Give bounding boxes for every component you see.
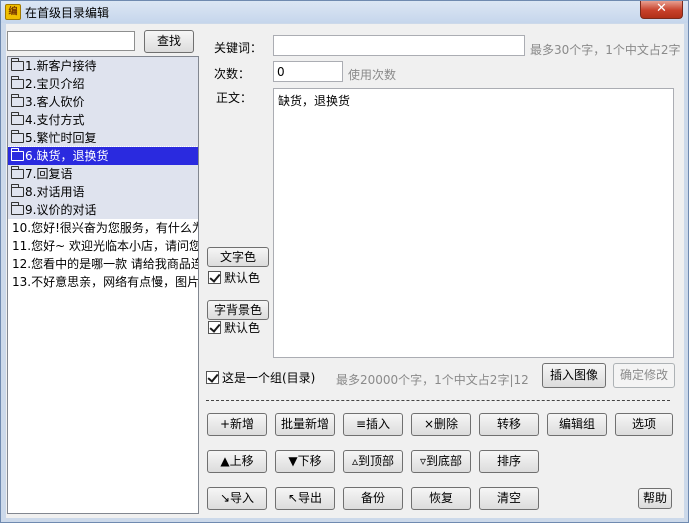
tree-group[interactable]: 9.议价的对话 bbox=[8, 201, 198, 219]
bg-color-default-checkbox[interactable] bbox=[208, 321, 221, 334]
confirm-edit-button[interactable]: 确定修改 bbox=[613, 363, 675, 388]
tree-group[interactable]: 4.支付方式 bbox=[8, 111, 198, 129]
body-label: 正文： bbox=[216, 91, 253, 105]
text-color-default-checkbox[interactable] bbox=[208, 271, 221, 284]
window-title: 在首级目录编辑 bbox=[25, 6, 110, 20]
folder-icon bbox=[11, 94, 24, 107]
bg-color-default-row[interactable]: 默认色 bbox=[208, 319, 260, 336]
body-textarea[interactable]: 缺货，退换货 bbox=[273, 88, 674, 358]
folder-icon bbox=[11, 166, 24, 179]
edit-group-button[interactable]: 编辑组 bbox=[547, 413, 607, 436]
tree-group[interactable]: 7.回复语 bbox=[8, 165, 198, 183]
insert-button[interactable]: ≡插入 bbox=[343, 413, 403, 436]
body-hint: 最多20000个字，1个中文占2字|12 bbox=[336, 373, 529, 387]
tree-item[interactable]: 13.不好意思亲，网络有点慢，图片 bbox=[8, 273, 198, 291]
title-bar: 编 在首级目录编辑 ✕ bbox=[1, 1, 688, 23]
text-color-button[interactable]: 文字色 bbox=[207, 247, 269, 267]
tree-item[interactable]: 10.您好!很兴奋为您服务，有什么为 bbox=[8, 219, 198, 237]
count-hint: 使用次数 bbox=[348, 68, 397, 82]
clear-button[interactable]: 清空 bbox=[479, 487, 539, 510]
folder-icon bbox=[11, 184, 24, 197]
is-group-row[interactable]: 这是一个组(目录) bbox=[206, 369, 315, 386]
directory-tree[interactable]: 1.新客户接待 2.宝贝介绍 3.客人砍价 4.支付方式 5.繁忙时回复 6.缺… bbox=[7, 56, 199, 514]
search-input[interactable] bbox=[7, 31, 135, 51]
bg-color-button[interactable]: 字背景色 bbox=[207, 300, 269, 320]
tree-item[interactable]: 12.您看中的是哪一款 请给我商品连 bbox=[8, 255, 198, 273]
options-button[interactable]: 选项 bbox=[615, 413, 673, 436]
text-color-default-row[interactable]: 默认色 bbox=[208, 269, 260, 286]
move-up-button[interactable]: ▲上移 bbox=[207, 450, 267, 473]
keyword-hint: 最多30个字，1个中文占2字 bbox=[530, 43, 681, 57]
client-area: 查找 1.新客户接待 2.宝贝介绍 3.客人砍价 4.支付方式 5.繁忙时回复 … bbox=[6, 24, 684, 518]
sort-button[interactable]: 排序 bbox=[479, 450, 539, 473]
move-button[interactable]: 转移 bbox=[479, 413, 539, 436]
tree-group[interactable]: 8.对话用语 bbox=[8, 183, 198, 201]
export-button[interactable]: ↖导出 bbox=[275, 487, 335, 510]
app-icon: 编 bbox=[5, 4, 21, 20]
editor-window: 编 在首级目录编辑 ✕ 查找 1.新客户接待 2.宝贝介绍 3.客人砍价 4.支… bbox=[0, 0, 689, 523]
find-button[interactable]: 查找 bbox=[144, 30, 194, 53]
separator bbox=[206, 400, 670, 401]
folder-icon bbox=[11, 148, 24, 161]
add-button[interactable]: +新增 bbox=[207, 413, 267, 436]
delete-button[interactable]: ×删除 bbox=[411, 413, 471, 436]
restore-button[interactable]: 恢复 bbox=[411, 487, 471, 510]
is-group-checkbox[interactable] bbox=[206, 371, 219, 384]
insert-image-button[interactable]: 插入图像 bbox=[542, 363, 606, 388]
folder-icon bbox=[11, 130, 24, 143]
folder-icon bbox=[11, 112, 24, 125]
to-bottom-button[interactable]: ▿到底部 bbox=[411, 450, 471, 473]
backup-button[interactable]: 备份 bbox=[343, 487, 403, 510]
import-button[interactable]: ↘导入 bbox=[207, 487, 267, 510]
tree-group[interactable]: 3.客人砍价 bbox=[8, 93, 198, 111]
move-down-button[interactable]: ▼下移 bbox=[275, 450, 335, 473]
to-top-button[interactable]: ▵到顶部 bbox=[343, 450, 403, 473]
tree-item[interactable]: 11.您好~ 欢迎光临本小店，请问您 bbox=[8, 237, 198, 255]
close-icon: ✕ bbox=[656, 1, 667, 16]
folder-icon bbox=[11, 76, 24, 89]
count-input[interactable] bbox=[273, 61, 343, 82]
folder-icon bbox=[11, 58, 24, 71]
keyword-input[interactable] bbox=[273, 35, 525, 56]
tree-group-selected[interactable]: 6.缺货，退换货 bbox=[8, 146, 198, 166]
keyword-label: 关键词： bbox=[214, 41, 263, 55]
batch-add-button[interactable]: 批量新增 bbox=[275, 413, 335, 436]
count-label: 次数： bbox=[214, 67, 251, 81]
help-button[interactable]: 帮助 bbox=[638, 488, 672, 509]
tree-group[interactable]: 5.繁忙时回复 bbox=[8, 129, 198, 147]
tree-group[interactable]: 2.宝贝介绍 bbox=[8, 75, 198, 93]
folder-icon bbox=[11, 202, 24, 215]
close-button[interactable]: ✕ bbox=[640, 1, 683, 19]
tree-group[interactable]: 1.新客户接待 bbox=[8, 57, 198, 75]
